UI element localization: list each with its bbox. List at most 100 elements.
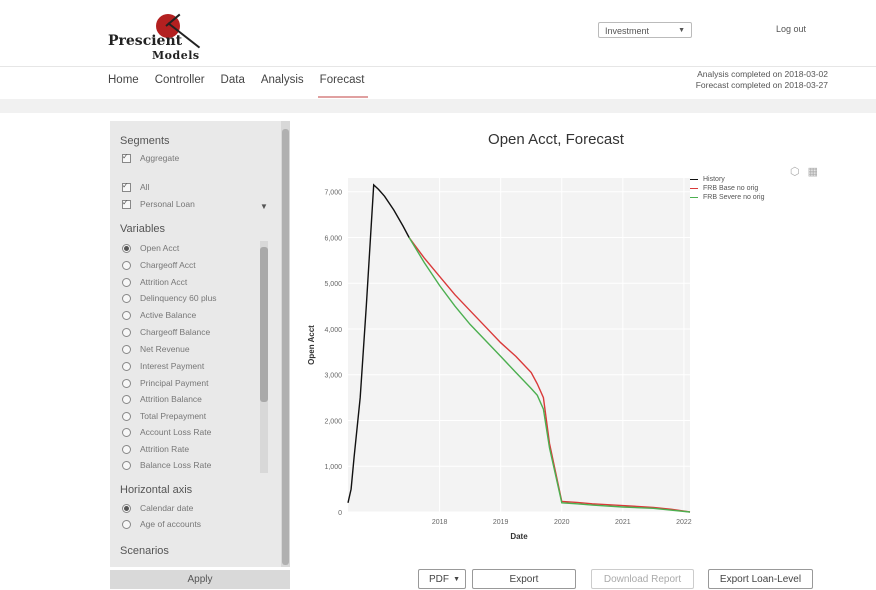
portfolio-select[interactable]: Investment ▼ [598, 22, 692, 38]
radio-icon[interactable] [122, 361, 131, 371]
radio-icon[interactable] [122, 378, 131, 388]
brand-name: Prescient [108, 33, 183, 49]
segment-personal-loan[interactable]: Personal Loan [122, 198, 195, 209]
radio-icon[interactable] [122, 394, 131, 404]
brand-subtitle: Models [152, 49, 200, 62]
forecast-line-chart: 0 1,000 2,000 3,000 4,000 5,000 6,000 7,000 2018… [307, 178, 692, 541]
x-tick-label: 2018 [432, 519, 448, 526]
export-button[interactable]: Export [472, 569, 576, 589]
axis-option-label: Calendar date [140, 503, 194, 513]
variable-label: Chargeoff Balance [140, 327, 211, 337]
checkbox-icon[interactable] [122, 152, 131, 163]
gear-icon[interactable]: ⬡ [790, 166, 800, 178]
variable-attrition-acct[interactable]: Attrition Acct [122, 277, 187, 287]
radio-icon[interactable] [122, 327, 131, 337]
x-tick-label: 2022 [676, 519, 692, 526]
variable-label: Chargeoff Acct [140, 260, 196, 270]
variable-attrition-balance[interactable]: Attrition Balance [122, 394, 202, 404]
y-tick-label: 5,000 [324, 281, 342, 288]
legend-label: FRB Base no orig [703, 185, 759, 192]
chevron-down-icon: ▼ [678, 27, 685, 34]
sidebar-scrollbar[interactable] [281, 121, 290, 567]
radio-icon[interactable] [122, 411, 131, 421]
variable-label: Interest Payment [140, 361, 205, 371]
variable-chargeoff-balance[interactable]: Chargeoff Balance [122, 327, 210, 337]
segments-dropdown-icon[interactable]: ▼ [260, 202, 268, 211]
plot-background [348, 178, 690, 512]
nav-forecast[interactable]: Forecast [317, 74, 369, 98]
variable-interest-payment[interactable]: Interest Payment [122, 361, 204, 371]
sidebar-scroll-thumb[interactable] [282, 129, 289, 565]
top-bar: Prescient Models Investment ▼ Log out [0, 0, 876, 66]
variable-total-prepayment[interactable]: Total Prepayment [122, 411, 206, 421]
radio-icon[interactable] [122, 519, 131, 529]
variable-label: Account Loss Rate [140, 427, 212, 437]
radio-icon[interactable] [122, 260, 131, 270]
variables-scrollbar[interactable] [260, 241, 268, 473]
table-icon[interactable]: ▦ [808, 166, 818, 178]
variables-title: Variables [120, 223, 166, 235]
format-select[interactable]: PDF ▼ [418, 569, 466, 589]
nav-analysis[interactable]: Analysis [261, 74, 304, 94]
radio-icon[interactable] [122, 310, 131, 320]
segment-label: Personal Loan [140, 199, 195, 209]
radio-icon[interactable] [122, 277, 131, 287]
variable-label: Attrition Acct [140, 277, 188, 287]
y-tick-label: 6,000 [324, 235, 342, 242]
sidebar: Segments Aggregate All Personal Loan ▼ V… [110, 121, 290, 567]
variable-label: Attrition Balance [140, 394, 202, 404]
variable-label: Balance Loss Rate [140, 460, 212, 470]
y-tick-label: 2,000 [324, 418, 342, 425]
variable-chargeoff-acct[interactable]: Chargeoff Acct [122, 260, 196, 270]
variable-principal-payment[interactable]: Principal Payment [122, 378, 209, 388]
radio-icon[interactable] [122, 444, 131, 454]
checkbox-icon[interactable] [122, 198, 131, 209]
segment-all[interactable]: All [122, 181, 150, 192]
checkbox-icon[interactable] [122, 181, 131, 192]
y-tick-label: 4,000 [324, 327, 342, 334]
x-tick-label: 2020 [554, 519, 570, 526]
y-tick-label: 3,000 [324, 373, 342, 380]
y-tick-label: 0 [338, 510, 342, 517]
radio-icon[interactable] [122, 427, 131, 437]
axis-age-of-accounts[interactable]: Age of accounts [122, 519, 201, 529]
variable-label: Attrition Rate [140, 444, 190, 454]
segment-label: All [140, 182, 150, 192]
variable-net-revenue[interactable]: Net Revenue [122, 344, 190, 354]
chart-title: Open Acct, Forecast [488, 131, 624, 148]
x-tick-label: 2021 [615, 519, 631, 526]
radio-icon[interactable] [122, 344, 131, 354]
export-loan-level-button[interactable]: Export Loan-Level [708, 569, 813, 589]
download-report-button[interactable]: Download Report [591, 569, 694, 589]
axis-calendar-date[interactable]: Calendar date [122, 503, 193, 513]
variable-label: Principal Payment [140, 378, 209, 388]
status-panel: Analysis completed on 2018-03-02 Forecas… [696, 69, 828, 91]
variable-open-acct[interactable]: Open Acct [122, 243, 179, 253]
axis-option-label: Age of accounts [140, 519, 201, 529]
variables-scroll-thumb[interactable] [260, 247, 268, 402]
legend-label: History [703, 176, 725, 183]
nav-data[interactable]: Data [221, 74, 245, 94]
legend-label: FRB Severe no orig [703, 194, 765, 201]
radio-icon[interactable] [122, 460, 131, 470]
logout-link[interactable]: Log out [776, 24, 806, 34]
variable-attrition-rate[interactable]: Attrition Rate [122, 444, 189, 454]
variable-label: Active Balance [140, 310, 197, 320]
variable-delinquency[interactable]: Delinquency 60 plus [122, 293, 217, 303]
divider [0, 66, 876, 67]
nav-home[interactable]: Home [108, 74, 139, 94]
analysis-status: Analysis completed on 2018-03-02 [697, 69, 828, 79]
radio-icon[interactable] [122, 503, 131, 513]
variable-active-balance[interactable]: Active Balance [122, 310, 196, 320]
prescient-models-logo[interactable]: Prescient Models [108, 13, 218, 64]
variable-label: Delinquency 60 plus [140, 293, 217, 303]
segments-title: Segments [120, 135, 170, 147]
radio-icon[interactable] [122, 293, 131, 303]
variable-account-loss-rate[interactable]: Account Loss Rate [122, 427, 211, 437]
apply-button[interactable]: Apply [110, 570, 290, 589]
radio-icon[interactable] [122, 243, 131, 253]
variable-label: Total Prepayment [140, 411, 207, 421]
nav-controller[interactable]: Controller [155, 74, 205, 94]
segment-aggregate[interactable]: Aggregate [122, 152, 179, 163]
variable-balance-loss-rate[interactable]: Balance Loss Rate [122, 460, 211, 470]
